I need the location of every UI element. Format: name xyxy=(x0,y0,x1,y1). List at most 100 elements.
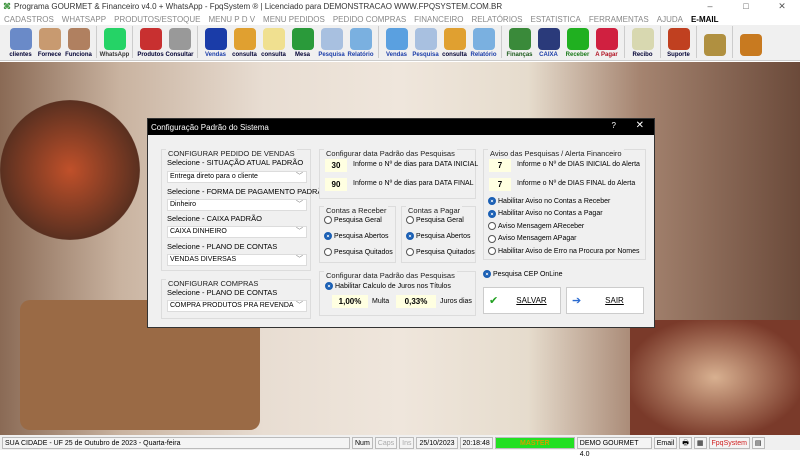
menu-item[interactable]: PEDIDO COMPRAS xyxy=(333,15,406,24)
radio-option[interactable]: Pesquisa Quitados xyxy=(324,248,393,256)
toolbar-separator xyxy=(660,26,661,58)
select-value: Dinheiro xyxy=(170,201,197,208)
radio-icon xyxy=(488,209,496,218)
toolbar-icon xyxy=(508,28,531,50)
toolbar-button[interactable]: Fornece xyxy=(35,24,64,60)
toolbar-button[interactable]: Vendas xyxy=(201,24,230,60)
toolbar-button[interactable]: Suporte xyxy=(664,24,693,60)
dialog-close-button[interactable]: ✕ xyxy=(636,120,644,131)
menu-item[interactable]: MENU PEDIDOS xyxy=(263,15,325,24)
sair-button[interactable]: ➔ SAIR xyxy=(566,287,644,314)
radio-option[interactable]: Aviso Mensagem AReceber xyxy=(488,222,584,230)
radio-option[interactable]: Pesquisa Quitados xyxy=(406,248,475,256)
radio-icon xyxy=(406,232,414,240)
caixa-select[interactable]: CAIXA DINHEIRO ﹀ xyxy=(167,226,307,238)
toolbar-icon xyxy=(103,28,126,50)
calculator-icon[interactable]: ▦ xyxy=(693,436,707,449)
menu-item[interactable]: PRODUTOS/ESTOQUE xyxy=(114,15,200,24)
radio-option[interactable]: Pesquisa Geral xyxy=(324,216,382,224)
toolbar-button[interactable]: Vendas xyxy=(382,24,411,60)
menu-item-email[interactable]: E-MAIL xyxy=(691,15,719,24)
radio-option[interactable]: Habilitar Aviso de Erro na Procura por N… xyxy=(488,247,640,255)
radio-label: Pesquisa Abertos xyxy=(416,232,471,240)
toolbar-separator xyxy=(732,26,733,58)
toolbar-button[interactable] xyxy=(736,24,765,60)
toolbar-button[interactable]: Receber xyxy=(563,24,592,60)
toolbar-icon xyxy=(739,34,762,56)
juros-input[interactable]: 0,33% xyxy=(396,295,436,308)
toolbar-label: Vendas xyxy=(385,52,407,58)
toolbar-button[interactable]: Produtos xyxy=(136,24,165,60)
toolbar-button[interactable]: consulta xyxy=(440,24,469,60)
radio-label: Pesquisa Quitados xyxy=(334,248,393,256)
chevron-down-icon: ﹀ xyxy=(296,201,303,208)
group-label: Configurar data Padrão das Pesquisas xyxy=(324,149,457,158)
menu-item[interactable]: CADASTROS xyxy=(4,15,54,24)
situacao-select[interactable]: Entrega direto para o cliente ﹀ xyxy=(167,171,307,183)
radio-option[interactable]: Pesquisa Abertos xyxy=(406,232,470,240)
toolbar-button[interactable]: Funciona xyxy=(64,24,93,60)
help-button[interactable]: ? xyxy=(612,121,616,130)
dias-final-input[interactable]: 90 xyxy=(325,178,347,191)
toolbar-button[interactable]: consulta xyxy=(259,24,288,60)
toolbar-button[interactable]: clientes xyxy=(6,24,35,60)
radio-option[interactable]: Aviso Mensagem APagar xyxy=(488,234,576,243)
toolbar-button[interactable]: CAIXA xyxy=(534,24,563,60)
toolbar-button[interactable]: WhatsApp xyxy=(100,24,129,60)
radio-icon xyxy=(483,270,491,278)
aviso-final-input[interactable]: 7 xyxy=(489,178,511,191)
toolbar-icon xyxy=(667,28,690,50)
radio-option[interactable]: Habilitar Aviso no Contas a Receber xyxy=(488,197,610,205)
menu-item[interactable]: AJUDA xyxy=(657,15,683,24)
toolbar-label: Fornece xyxy=(37,52,62,58)
status-email[interactable]: Email xyxy=(653,436,678,449)
folder-icon[interactable]: ▤ xyxy=(751,436,765,449)
select-value: VENDAS DIVERSAS xyxy=(170,256,237,263)
toolbar-button[interactable]: Mesa xyxy=(288,24,317,60)
printer-icon[interactable]: 🖶 xyxy=(679,436,692,449)
toolbar-separator xyxy=(501,26,502,58)
radio-label: Pesquisa CEP OnLine xyxy=(493,270,563,278)
field-label: Selecione - FORMA DE PAGAMENTO PADRÃO xyxy=(167,187,329,196)
toolbar-button[interactable]: Relatório xyxy=(469,24,498,60)
menu-item[interactable]: ESTATISTICA xyxy=(531,15,581,24)
toolbar-label: Mesa xyxy=(294,52,310,58)
aviso-inicial-input[interactable]: 7 xyxy=(489,159,511,172)
radio-option[interactable]: Habilitar Aviso no Contas a Pagar xyxy=(488,209,603,218)
radio-option[interactable]: Pesquisa Abertos xyxy=(324,232,388,240)
minimize-button[interactable]: – xyxy=(692,0,728,13)
multa-input[interactable]: 1,00% xyxy=(332,295,368,308)
toolbar-button[interactable]: Recibo xyxy=(628,24,657,60)
toolbar-button[interactable]: A Pagar xyxy=(592,24,621,60)
dias-inicial-input[interactable]: 30 xyxy=(325,159,347,172)
toolbar-button[interactable]: Pesquisa xyxy=(317,24,346,60)
arrow-right-icon: ➔ xyxy=(572,295,582,307)
plano-compras-select[interactable]: COMPRA PRODUTOS PRA REVENDA ﹀ xyxy=(167,300,307,312)
app-logo-icon: ⌘ xyxy=(3,2,11,11)
salvar-button[interactable]: ✔ SALVAR xyxy=(483,287,561,314)
menu-item[interactable]: MENU P D V xyxy=(209,15,256,24)
radio-label: Habilitar Calculo de Juros nos Títulos xyxy=(335,282,451,290)
toolbar-button[interactable]: consulta xyxy=(230,24,259,60)
vendas-group: CONFIGURAR PEDIDO DE VENDAS Selecione - … xyxy=(161,149,328,271)
toolbar-button[interactable] xyxy=(700,24,729,60)
status-caps: Caps xyxy=(374,436,398,449)
toolbar-button[interactable]: Relatório xyxy=(346,24,375,60)
pagamento-select[interactable]: Dinheiro ﹀ xyxy=(167,199,307,211)
cep-online-radio[interactable]: Pesquisa CEP OnLine xyxy=(483,270,563,278)
close-button[interactable]: ✕ xyxy=(764,0,800,13)
group-label: CONFIGURAR PEDIDO DE VENDAS xyxy=(166,149,297,158)
plano-vendas-select[interactable]: VENDAS DIVERSAS ﹀ xyxy=(167,254,307,266)
radio-option[interactable]: Pesquisa Geral xyxy=(406,216,464,224)
menu-item[interactable]: RELATÓRIOS xyxy=(472,15,523,24)
habilitar-juros-radio[interactable]: Habilitar Calculo de Juros nos Títulos xyxy=(325,282,451,290)
menu-item[interactable]: WHATSAPP xyxy=(62,15,106,24)
menu-item[interactable]: FINANCEIRO xyxy=(414,15,463,24)
menu-item[interactable]: FERRAMENTAS xyxy=(589,15,649,24)
toolbar-button[interactable]: Finanças xyxy=(505,24,534,60)
toolbar-button[interactable]: Pesquisa xyxy=(411,24,440,60)
toolbar-button[interactable]: Consultar xyxy=(165,24,194,60)
maximize-button[interactable]: □ xyxy=(728,0,764,13)
toolbar-icon xyxy=(9,28,32,50)
toolbar-label: Produtos xyxy=(137,52,164,58)
